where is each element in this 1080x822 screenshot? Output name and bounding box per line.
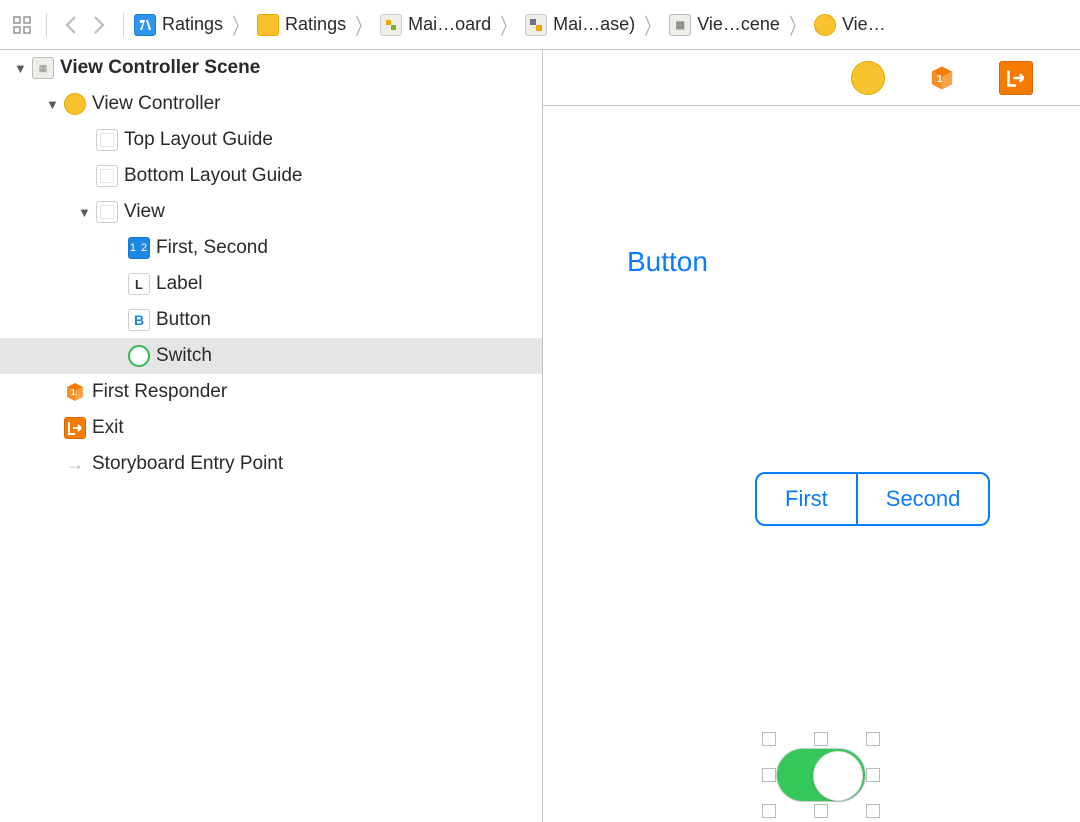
breadcrumb-label: Vie…cene bbox=[697, 14, 780, 35]
breadcrumb-item-group[interactable]: Ratings bbox=[257, 14, 346, 36]
outline-label: First Responder bbox=[92, 381, 227, 403]
scene-dock: 1 bbox=[543, 50, 1080, 106]
first-responder-icon: 1 bbox=[64, 381, 86, 403]
breadcrumb-item-storyboard-base[interactable]: Mai…ase) bbox=[525, 14, 635, 36]
outline-label: View Controller Scene bbox=[60, 57, 260, 79]
outline-label: View bbox=[124, 201, 165, 223]
storyboard-icon bbox=[380, 14, 402, 36]
chevron-right-icon: 〉 bbox=[789, 9, 804, 41]
dock-view-controller-icon[interactable] bbox=[851, 61, 885, 95]
chevron-right-icon: 〉 bbox=[355, 9, 370, 41]
selection-handle[interactable] bbox=[814, 732, 828, 746]
breadcrumb-label: Vie… bbox=[842, 14, 886, 35]
app-icon bbox=[134, 14, 156, 36]
outline-item-top-layout-guide[interactable]: Top Layout Guide bbox=[0, 122, 542, 158]
canvas[interactable]: Button First Second bbox=[543, 106, 1080, 822]
segmented-control-icon: 1 2 bbox=[128, 237, 150, 259]
related-items-icon[interactable] bbox=[8, 11, 36, 39]
document-outline: ▼ ▦ View Controller Scene ▼ View Control… bbox=[0, 50, 543, 822]
outline-label: Label bbox=[156, 273, 203, 295]
outline-item-segmented-control[interactable]: 1 2 First, Second bbox=[0, 230, 542, 266]
outline-label: Top Layout Guide bbox=[124, 129, 273, 151]
chevron-right-icon: 〉 bbox=[644, 9, 659, 41]
outline-item-bottom-layout-guide[interactable]: Bottom Layout Guide bbox=[0, 158, 542, 194]
scene-icon: ▦ bbox=[32, 57, 54, 79]
storyboard-icon bbox=[525, 14, 547, 36]
outline-item-scene[interactable]: ▼ ▦ View Controller Scene bbox=[0, 50, 542, 86]
view-controller-icon bbox=[814, 14, 836, 36]
breadcrumb-label: Ratings bbox=[285, 14, 346, 35]
breadcrumb: Ratings 〉 Ratings 〉 Mai…oard 〉 Mai…ase) … bbox=[134, 9, 1072, 41]
view-controller-icon bbox=[64, 93, 86, 115]
back-button[interactable] bbox=[57, 11, 85, 39]
breadcrumb-item-project[interactable]: Ratings bbox=[134, 14, 223, 36]
folder-icon bbox=[257, 14, 279, 36]
view-icon bbox=[96, 201, 118, 223]
svg-text:1: 1 bbox=[936, 73, 942, 84]
outline-item-label[interactable]: L Label bbox=[0, 266, 542, 302]
layout-guide-icon bbox=[96, 129, 118, 151]
separator bbox=[46, 13, 47, 37]
outline-item-switch[interactable]: Switch bbox=[0, 338, 542, 374]
outline-item-button[interactable]: B Button bbox=[0, 302, 542, 338]
selection-handle[interactable] bbox=[762, 768, 776, 782]
breadcrumb-item-scene[interactable]: ▦ Vie…cene bbox=[669, 14, 780, 36]
breadcrumb-label: Mai…oard bbox=[408, 14, 491, 35]
segment-first[interactable]: First bbox=[757, 474, 856, 524]
disclosure-triangle-icon[interactable]: ▼ bbox=[14, 61, 28, 76]
breadcrumb-label: Ratings bbox=[162, 14, 223, 35]
separator bbox=[123, 13, 124, 37]
outline-item-exit[interactable]: Exit bbox=[0, 410, 542, 446]
selection-handle[interactable] bbox=[866, 804, 880, 818]
selection-handle[interactable] bbox=[866, 768, 880, 782]
switch-icon bbox=[128, 345, 150, 367]
outline-label: Button bbox=[156, 309, 211, 331]
svg-text:1: 1 bbox=[71, 388, 76, 397]
forward-button[interactable] bbox=[85, 11, 113, 39]
selection-handle[interactable] bbox=[866, 732, 880, 746]
outline-label: View Controller bbox=[92, 93, 220, 115]
exit-icon bbox=[64, 417, 86, 439]
selection-handle[interactable] bbox=[762, 804, 776, 818]
entry-point-icon: → bbox=[64, 453, 86, 475]
selection-handle[interactable] bbox=[814, 804, 828, 818]
outline-label: First, Second bbox=[156, 237, 268, 259]
chevron-right-icon: 〉 bbox=[500, 9, 515, 41]
dock-first-responder-icon[interactable]: 1 bbox=[925, 61, 959, 95]
layout-guide-icon bbox=[96, 165, 118, 187]
outline-item-first-responder[interactable]: 1 First Responder bbox=[0, 374, 542, 410]
outline-label: Bottom Layout Guide bbox=[124, 165, 303, 187]
selection-handle[interactable] bbox=[762, 732, 776, 746]
button-icon: B bbox=[128, 309, 150, 331]
canvas-segmented-control[interactable]: First Second bbox=[755, 472, 990, 526]
canvas-switch[interactable] bbox=[776, 748, 866, 802]
outline-label: Exit bbox=[92, 417, 124, 439]
disclosure-triangle-icon[interactable]: ▼ bbox=[78, 205, 92, 220]
segment-second[interactable]: Second bbox=[856, 474, 989, 524]
outline-item-view[interactable]: ▼ View bbox=[0, 194, 542, 230]
scene-icon: ▦ bbox=[669, 14, 691, 36]
outline-item-view-controller[interactable]: ▼ View Controller bbox=[0, 86, 542, 122]
disclosure-triangle-icon[interactable]: ▼ bbox=[46, 97, 60, 112]
label-icon: L bbox=[128, 273, 150, 295]
breadcrumb-label: Mai…ase) bbox=[553, 14, 635, 35]
breadcrumb-item-viewcontroller[interactable]: Vie… bbox=[814, 14, 886, 36]
outline-label: Storyboard Entry Point bbox=[92, 453, 283, 475]
canvas-button[interactable]: Button bbox=[627, 246, 708, 278]
outline-item-entry-point[interactable]: → Storyboard Entry Point bbox=[0, 446, 542, 482]
outline-label: Switch bbox=[156, 345, 212, 367]
chevron-right-icon: 〉 bbox=[232, 9, 247, 41]
dock-exit-icon[interactable] bbox=[999, 61, 1033, 95]
switch-knob bbox=[813, 751, 863, 801]
canvas-switch-selection[interactable] bbox=[766, 736, 876, 814]
breadcrumb-item-storyboard[interactable]: Mai…oard bbox=[380, 14, 491, 36]
